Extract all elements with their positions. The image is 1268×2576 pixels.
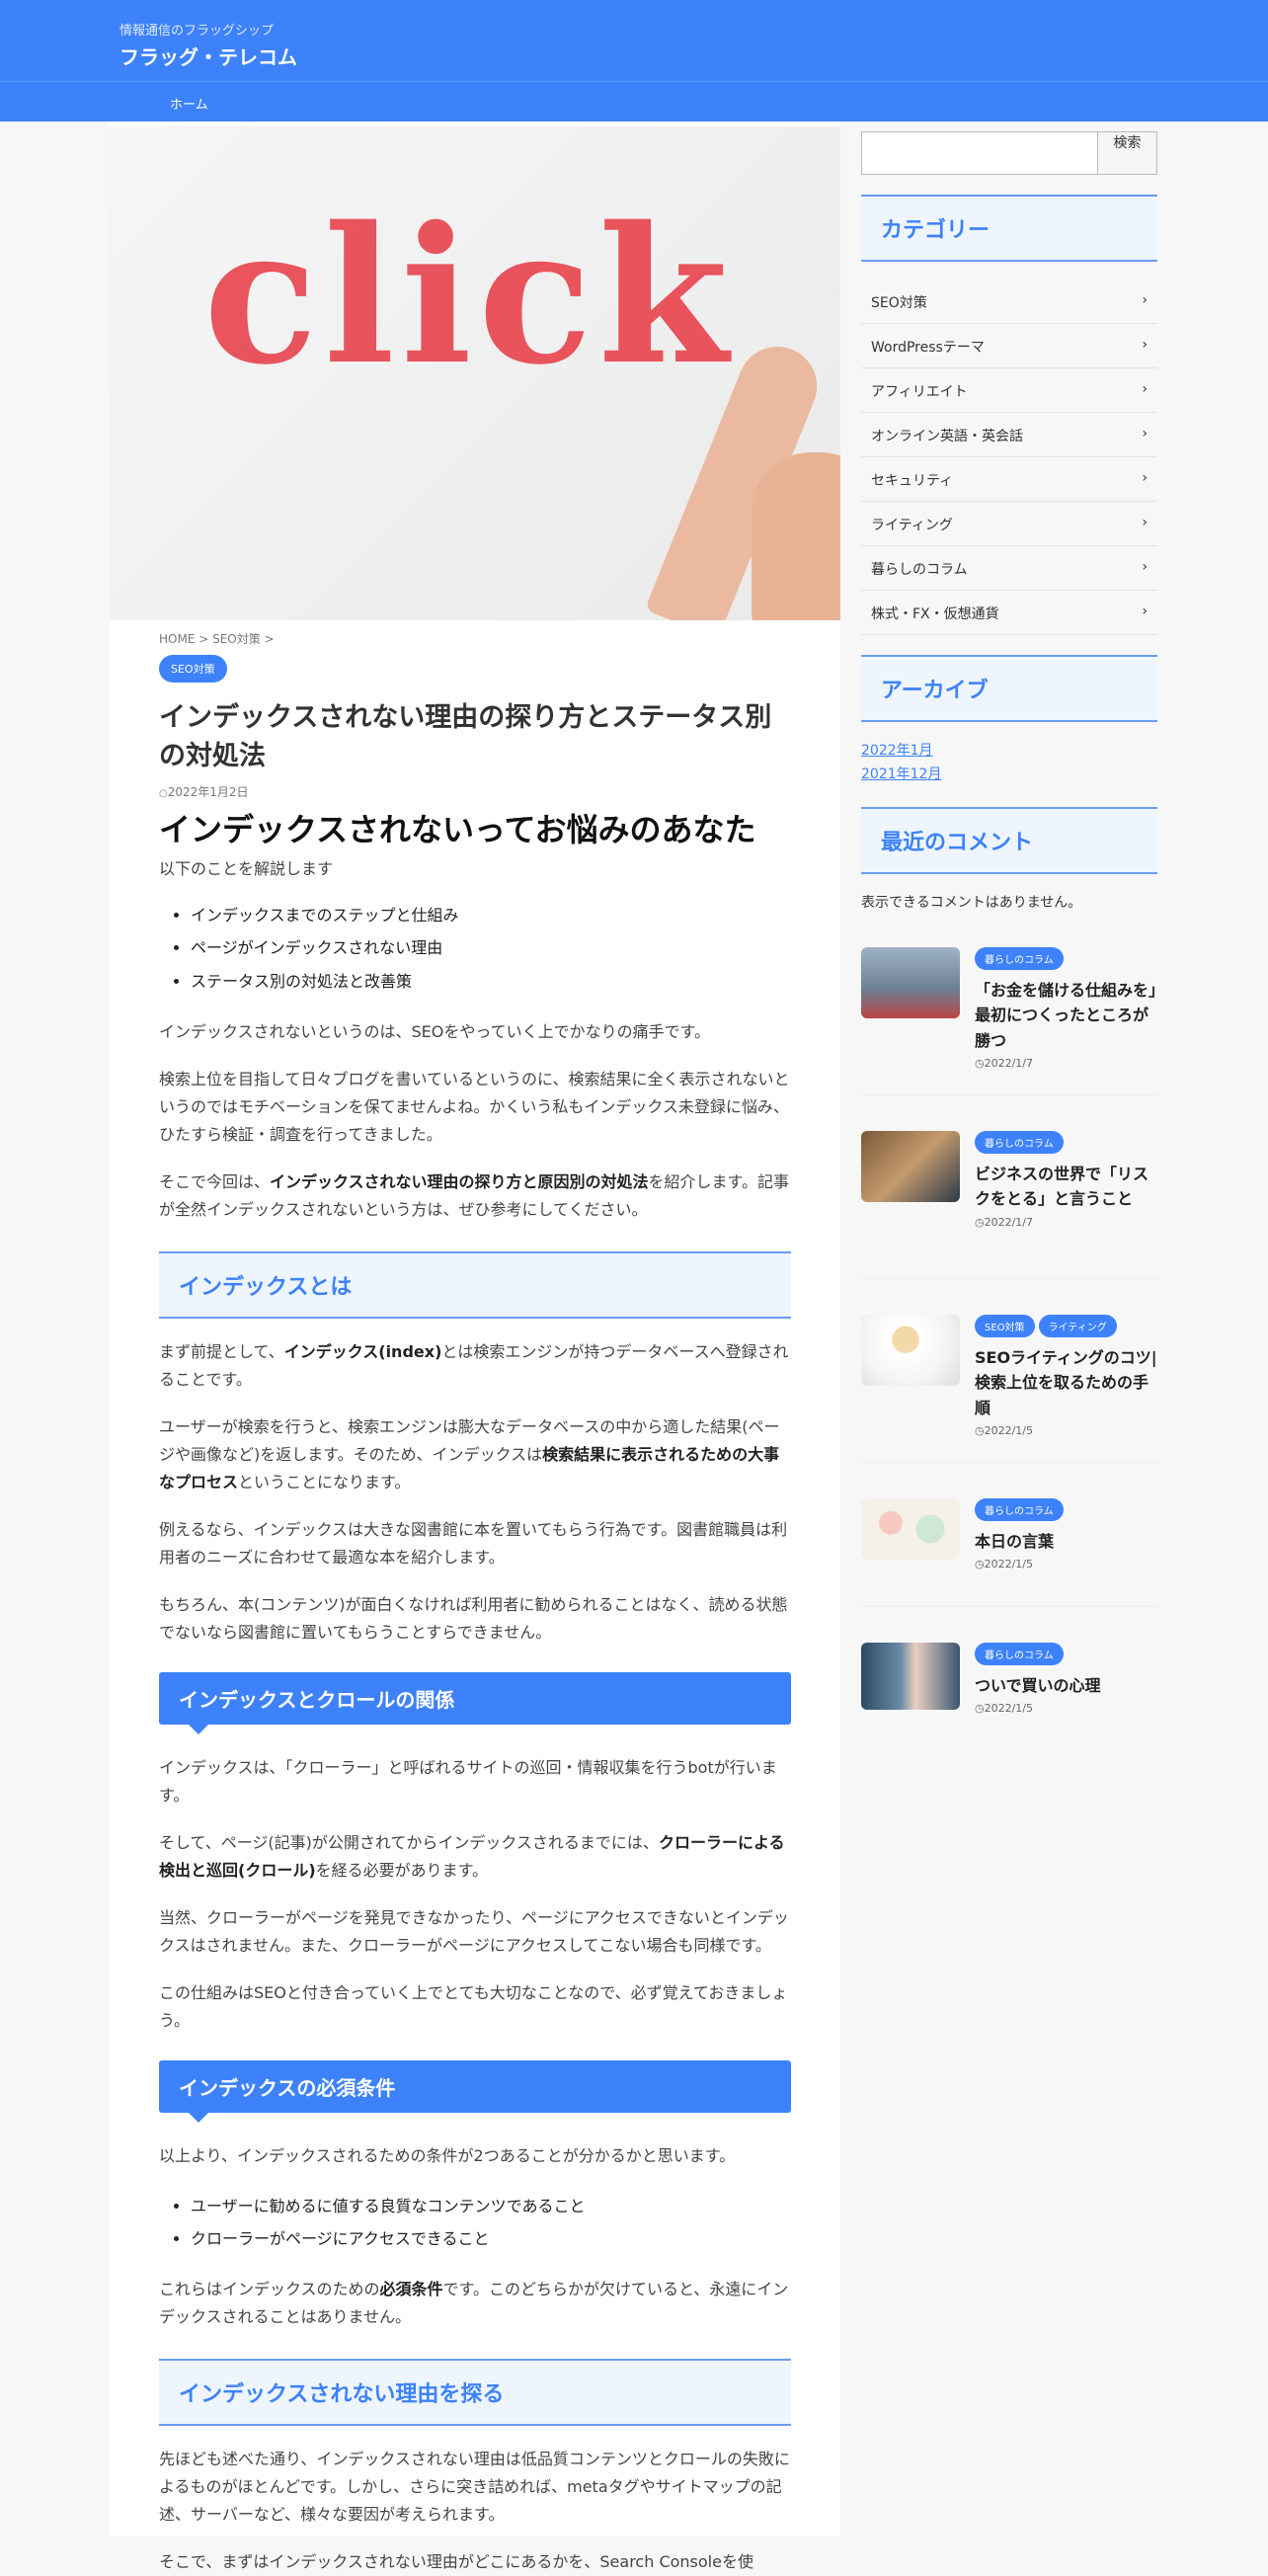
category-item[interactable]: アフィリエイト › bbox=[861, 368, 1157, 413]
hand-shape bbox=[752, 452, 840, 620]
chevron-right-icon: › bbox=[1142, 470, 1148, 486]
list-item: ステータス別の対処法と改善策 bbox=[191, 965, 791, 999]
paragraph: これらはインデックスのための必須条件です。このどちらかが欠けていると、永遠にイン… bbox=[159, 2279, 789, 2326]
chevron-right-icon: › bbox=[1142, 381, 1148, 397]
paragraph: ユーザーが検索を行うと、検索エンジンは膨大なデータベースの中から適した結果(ペー… bbox=[159, 1416, 780, 1491]
category-badge[interactable]: SEO対策 bbox=[159, 655, 227, 683]
sidebar: 検索 カテゴリー SEO対策 › WordPressテーマ › アフィリエイト › オ… bbox=[861, 131, 1157, 1751]
widget-title-comments: 最近のコメント bbox=[861, 806, 1157, 874]
widget-title-archive: アーカイブ bbox=[861, 655, 1157, 722]
hero-image-text: click bbox=[203, 186, 735, 406]
paragraph: 検索上位を目指して日々ブログを書いているというのに、検索結果に全く表示されないと… bbox=[159, 1069, 790, 1144]
site-header: 情報通信のフラッグシップ フラッグ・テレコム bbox=[0, 0, 1268, 81]
thumbnail bbox=[861, 1642, 960, 1710]
category-item[interactable]: 株式・FX・仮想通貨 › bbox=[861, 591, 1157, 635]
lead-heading: インデックスされないってお悩みのあなた bbox=[159, 811, 756, 849]
site-title[interactable]: フラッグ・テレコム bbox=[119, 41, 297, 70]
list-item: クローラーがページにアクセスできること bbox=[191, 2222, 791, 2256]
category-badge[interactable]: 暮らしのコラム bbox=[975, 1642, 1064, 1665]
list-item: インデックスまでのステップと仕組み bbox=[191, 899, 791, 932]
category-item[interactable]: オンライン英語・英会話 › bbox=[861, 413, 1157, 457]
recent-post-title[interactable]: 本日の言葉 bbox=[975, 1529, 1157, 1555]
recent-post-date: 2022/1/5 bbox=[975, 1702, 1157, 1715]
category-badge[interactable]: SEO対策 bbox=[975, 1314, 1035, 1337]
paragraph: そこで、まずはインデックスされない理由がどこにあるかを、Search Conso… bbox=[159, 2551, 753, 2571]
chevron-right-icon: › bbox=[1142, 559, 1148, 575]
thumbnail bbox=[861, 1314, 960, 1386]
search-form: 検索 bbox=[861, 131, 1157, 175]
paragraph: まず前提として、インデックス(index)とは検索エンジンが持つデータベースへ登… bbox=[159, 1341, 789, 1389]
category-item[interactable]: SEO対策 › bbox=[861, 280, 1157, 324]
category-badge[interactable]: 暮らしのコラム bbox=[975, 946, 1064, 970]
no-comments-text: 表示できるコメントはありません。 bbox=[861, 894, 1082, 911]
chevron-right-icon: › bbox=[1142, 337, 1148, 353]
recent-post-item[interactable]: SEO対策ライティング SEOライティングのコツ|検索上位を取るための手順 20… bbox=[861, 1314, 1157, 1463]
chevron-right-icon: › bbox=[1142, 515, 1148, 530]
paragraph: もちろん、本(コンテンツ)が面白くなければ利用者に勧められることはなく、読める状… bbox=[159, 1594, 788, 1642]
recent-post-item[interactable]: 暮らしのコラム ビジネスの世界で「リスクをとる」と言うこと 2022/1/7 bbox=[861, 1130, 1157, 1279]
paragraph: 先ほども述べた通り、インデックスされない理由は低品質コンテンツとクロールの失敗に… bbox=[159, 2449, 790, 2524]
paragraph: インデックスは、「クローラー」と呼ばれるサイトの巡回・情報収集を行うbotが行い… bbox=[159, 1757, 777, 1805]
paragraph: 以上より、インデックスされるための条件が2つあることが分かるかと思います。 bbox=[159, 2145, 736, 2165]
global-nav: ホーム bbox=[0, 81, 1268, 121]
paragraph: インデックスされないというのは、SEOをやっていく上でかなりの痛手です。 bbox=[159, 1021, 710, 1041]
lead-subtext: 以下のことを解説します bbox=[159, 858, 334, 878]
recent-post-title[interactable]: SEOライティングのコツ|検索上位を取るための手順 bbox=[975, 1345, 1157, 1421]
category-item[interactable]: 暮らしのコラム › bbox=[861, 546, 1157, 591]
paragraph: この仕組みはSEOと付き合っていく上でとても大切なことなので、必ず覚えておきまし… bbox=[159, 1982, 788, 2030]
list-item: ユーザーに勧めるに値する良質なコンテンツであること bbox=[191, 2190, 791, 2223]
archive-list: 2022年1月 2021年12月 bbox=[861, 740, 1157, 787]
chevron-right-icon: › bbox=[1142, 604, 1148, 619]
category-badge[interactable]: 暮らしのコラム bbox=[975, 1497, 1064, 1521]
archive-link[interactable]: 2022年1月 bbox=[861, 740, 1157, 764]
nav-item-home[interactable]: ホーム bbox=[170, 94, 208, 113]
section-heading: インデックスされない理由を探る bbox=[159, 2358, 791, 2426]
category-item[interactable]: セキュリティ › bbox=[861, 457, 1157, 502]
breadcrumb[interactable]: HOME > SEO対策 > bbox=[159, 630, 791, 647]
main-content: click HOME > SEO対策 > SEO対策 インデックスされない理由の… bbox=[110, 121, 840, 2571]
category-list: SEO対策 › WordPressテーマ › アフィリエイト › オンライン英語・英会… bbox=[861, 280, 1157, 635]
condition-list: ユーザーに勧めるに値する良質なコンテンツであること クローラーがページにアクセス… bbox=[191, 2190, 791, 2256]
search-input[interactable] bbox=[861, 131, 1098, 175]
chevron-right-icon: › bbox=[1142, 292, 1148, 308]
archive-link[interactable]: 2021年12月 bbox=[861, 764, 1157, 787]
paragraph: 当然、クローラーがページを発見できなかったり、ページにアクセスできないとインデッ… bbox=[159, 1907, 789, 1955]
recent-post-item[interactable]: 暮らしのコラム 本日の言葉 2022/1/5 bbox=[861, 1497, 1157, 1607]
recent-post-title[interactable]: ついで買いの心理 bbox=[975, 1673, 1157, 1699]
post-date: 2022年1月2日 bbox=[159, 783, 791, 800]
article: HOME > SEO対策 > SEO対策 インデックスされない理由の探り方とステ… bbox=[159, 630, 791, 2576]
chevron-right-icon: › bbox=[1142, 426, 1148, 442]
thumbnail bbox=[861, 946, 960, 1018]
recent-post-date: 2022/1/5 bbox=[975, 1424, 1157, 1437]
thumbnail bbox=[861, 1130, 960, 1202]
paragraph: そして、ページ(記事)が公開されてからインデックスされるまでには、クローラーによ… bbox=[159, 1832, 785, 1880]
recent-post-date: 2022/1/5 bbox=[975, 1558, 1157, 1570]
hero-image: click bbox=[110, 126, 840, 620]
recent-post-date: 2022/1/7 bbox=[975, 1216, 1157, 1229]
category-item[interactable]: ライティング › bbox=[861, 502, 1157, 546]
recent-post-date: 2022/1/7 bbox=[975, 1057, 1157, 1070]
section-heading: インデックスとは bbox=[159, 1250, 791, 1319]
search-button[interactable]: 検索 bbox=[1098, 131, 1157, 175]
thumbnail bbox=[861, 1497, 960, 1560]
widget-title-categories: カテゴリー bbox=[861, 195, 1157, 262]
recent-post-item[interactable]: 暮らしのコラム ついで買いの心理 2022/1/5 bbox=[861, 1642, 1157, 1751]
post-title: インデックスされない理由の探り方とステータス別の対処法 bbox=[159, 702, 772, 772]
category-badge[interactable]: ライティング bbox=[1038, 1314, 1117, 1337]
subsection-heading: インデックスの必須条件 bbox=[159, 2059, 791, 2123]
paragraph: そこで今回は、インデックスされない理由の探り方と原因別の対処法を紹介します。記事… bbox=[159, 1171, 789, 1219]
recent-post-title[interactable]: 「お金を儲ける仕組みを」最初につくったところが勝つ bbox=[975, 978, 1157, 1054]
list-item: ページがインデックスされない理由 bbox=[191, 931, 791, 965]
category-item[interactable]: WordPressテーマ › bbox=[861, 324, 1157, 368]
category-badge[interactable]: 暮らしのコラム bbox=[975, 1130, 1064, 1154]
recent-posts: 暮らしのコラム 「お金を儲ける仕組みを」最初につくったところが勝つ 2022/1… bbox=[861, 946, 1157, 1751]
recent-post-item[interactable]: 暮らしのコラム 「お金を儲ける仕組みを」最初につくったところが勝つ 2022/1… bbox=[861, 946, 1157, 1095]
summary-list: インデックスまでのステップと仕組み ページがインデックスされない理由 ステータス… bbox=[191, 899, 791, 999]
recent-post-title[interactable]: ビジネスの世界で「リスクをとる」と言うこと bbox=[975, 1162, 1157, 1212]
site-tagline: 情報通信のフラッグシップ bbox=[119, 24, 275, 39]
paragraph: 例えるなら、インデックスは大きな図書館に本を置いてもらう行為です。図書館職員は利… bbox=[159, 1519, 788, 1567]
subsection-heading: インデックスとクロールの関係 bbox=[159, 1671, 791, 1734]
